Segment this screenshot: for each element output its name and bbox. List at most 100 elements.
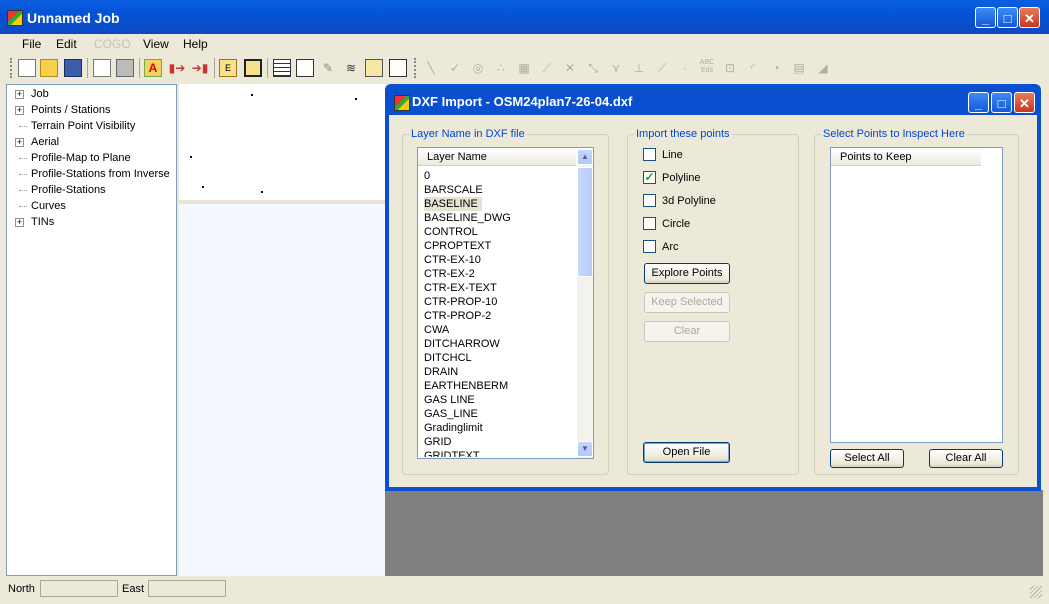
vertex-tool-icon[interactable]: ⋎ [607,59,625,77]
clear-all-button[interactable]: Clear All [929,449,1003,468]
tree-item-profile-stations[interactable]: Profile-Stations [31,182,106,198]
print-preview-icon[interactable] [93,59,111,77]
tree-item-points-stations[interactable]: Points / Stations [31,102,111,118]
layer-item[interactable]: CTR-EX-TEXT [424,281,501,295]
layer-item[interactable]: CPROPTEXT [424,239,495,253]
zoom-extents-icon[interactable] [244,59,262,77]
import-arrow-icon[interactable]: ➔▮ [191,59,209,77]
dialog-minimize-button[interactable]: _ [968,92,989,113]
clear-button[interactable]: Clear [644,321,730,342]
dot-tool-icon[interactable]: · [676,59,694,77]
tree-item-terrain-point-visibility[interactable]: Terrain Point Visibility [31,118,135,134]
layer-item[interactable]: Gradinglimit [424,421,487,435]
open-file-button[interactable]: Open File [643,442,730,463]
arc-checkbox[interactable] [643,240,656,253]
layer-item[interactable]: CTR-PROP-2 [424,309,495,323]
intersect-tool-icon[interactable]: ✕ [561,59,579,77]
table-icon[interactable] [273,59,291,77]
layer-item[interactable]: DRAIN [424,365,462,379]
select-all-button[interactable]: Select All [830,449,904,468]
curve-icon[interactable]: ≋ [342,59,360,77]
title-bar[interactable]: Unnamed Job _ □ ✕ [0,0,1049,34]
menu-file[interactable]: File [22,37,41,51]
canvas-lower-pane[interactable] [179,204,385,576]
3d-polyline-checkbox[interactable] [643,194,656,207]
angle-tool-icon[interactable]: ✓ [446,59,464,77]
polyline-checkbox[interactable]: ✓ [643,171,656,184]
dialog-close-button[interactable]: ✕ [1014,92,1035,113]
print-icon[interactable] [116,59,134,77]
save-icon[interactable] [64,59,82,77]
circle-checkbox-label[interactable]: Circle [662,218,690,230]
expand-icon[interactable]: + [15,138,24,147]
maximize-button[interactable]: □ [997,7,1018,28]
text-tool-icon[interactable]: A [144,59,162,77]
layer-item[interactable]: EARTHENBERM [424,379,512,393]
export-arrow-icon[interactable]: ▮➔ [168,59,186,77]
offset-tool-icon[interactable]: ⤡ [584,59,602,77]
perpendicular-tool-icon[interactable]: ⊥ [630,59,648,77]
arc-tool-icon[interactable]: ◜ [744,59,762,77]
layer-icon[interactable]: E [219,59,237,77]
brush-icon[interactable]: ✎ [319,59,337,77]
extend-tool-icon[interactable]: ⟋ [653,59,671,77]
tree-item-aerial[interactable]: Aerial [31,134,59,150]
keep-selected-button[interactable]: Keep Selected [644,292,730,313]
layer-item[interactable]: BASELINE_DWG [424,211,515,225]
resize-grip[interactable] [1030,586,1042,598]
toolbar-grip[interactable] [10,58,15,78]
layer-item[interactable]: GRID [424,435,456,449]
tree-item-curves[interactable]: Curves [31,198,66,214]
scroll-down-icon[interactable]: ▼ [577,441,593,457]
triangle-tool-icon[interactable]: ◢ [814,59,832,77]
close-button[interactable]: ✕ [1019,7,1040,28]
layer-column-header[interactable]: Layer Name [418,148,576,166]
toolbar-grip-2[interactable] [414,58,419,78]
hatch-tool-icon[interactable]: ▤ [790,59,808,77]
tree-item-profile-map-to-plane[interactable]: Profile-Map to Plane [31,150,131,166]
layer-item[interactable]: CTR-PROP-10 [424,295,501,309]
scroll-up-icon[interactable]: ▲ [577,149,593,165]
layer-item[interactable]: BASELINE [424,197,482,211]
layer-item[interactable]: CONTROL [424,225,482,239]
line-checkbox-label[interactable]: Line [662,149,683,161]
menu-edit[interactable]: Edit [56,37,77,51]
line-tool-icon[interactable]: ╲ [422,59,440,77]
properties-icon[interactable] [389,59,407,77]
polyline-checkbox-label[interactable]: Polyline [662,172,701,184]
tree-item-tins[interactable]: TINs [31,214,54,230]
layer-item[interactable]: 0 [424,169,434,183]
explore-points-button[interactable]: Explore Points [644,263,730,284]
abc-edit-icon[interactable]: ABC Edit [698,59,716,77]
sector-tool-icon[interactable]: ◔ [767,59,785,77]
circle-tool-icon[interactable]: ◎ [469,59,487,77]
expand-icon[interactable]: + [15,90,24,99]
scroll-thumb[interactable] [577,167,593,277]
layer-item[interactable]: GAS LINE [424,393,479,407]
new-file-icon[interactable] [18,59,36,77]
line-checkbox[interactable] [643,148,656,161]
layer-item[interactable]: CWA [424,323,453,337]
label-tool-icon[interactable]: ⊡ [721,59,739,77]
open-folder-icon[interactable] [40,59,58,77]
points-to-keep-header[interactable]: Points to Keep [831,148,981,166]
expand-icon[interactable]: + [15,218,24,227]
expand-icon[interactable]: + [15,106,24,115]
arc-checkbox-label[interactable]: Arc [662,241,679,253]
dialog-maximize-button[interactable]: □ [991,92,1012,113]
circle-checkbox[interactable] [643,217,656,230]
points-to-keep-listbox[interactable] [830,147,1003,443]
window-icon[interactable] [296,59,314,77]
3d-polyline-checkbox-label[interactable]: 3d Polyline [662,195,716,207]
tree-item-profile-stations-from-inverse[interactable]: Profile-Stations from Inverse [31,166,170,182]
points-tool-icon[interactable]: ∴ [492,59,510,77]
layer-item[interactable]: DITCHCL [424,351,476,365]
menu-cogo[interactable]: COGO [94,37,131,51]
layer-item[interactable]: BARSCALE [424,183,487,197]
polyline-tool-icon[interactable]: ⟋ [538,59,556,77]
grid-tool-icon[interactable]: ▦ [515,59,533,77]
layer-item[interactable]: CTR-EX-2 [424,267,479,281]
menu-view[interactable]: View [143,37,169,51]
drawing-canvas[interactable] [179,84,385,576]
edit-icon[interactable] [365,59,383,77]
